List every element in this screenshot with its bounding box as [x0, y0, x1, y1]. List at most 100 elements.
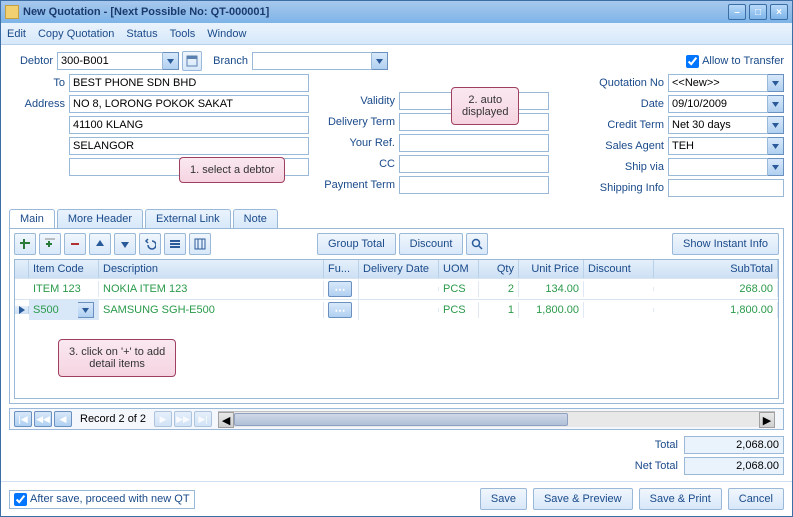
ellipsis-button[interactable]: ⋯: [328, 281, 352, 297]
cell-uom[interactable]: PCS: [439, 281, 479, 297]
payment-term-field[interactable]: [399, 176, 549, 194]
allow-to-transfer-checkbox[interactable]: Allow to Transfer: [686, 55, 784, 68]
nav-prev-button[interactable]: ◀: [54, 411, 72, 427]
columns-button[interactable]: [189, 233, 211, 255]
menu-tools[interactable]: Tools: [170, 28, 196, 40]
cell-subtotal[interactable]: 1,800.00: [654, 302, 778, 318]
date-dropdown[interactable]: [768, 95, 784, 113]
cancel-button[interactable]: Cancel: [728, 488, 784, 510]
cell-fu[interactable]: ⋯: [324, 300, 359, 320]
nav-next-button[interactable]: ▶: [154, 411, 172, 427]
menu-status[interactable]: Status: [126, 28, 157, 40]
tab-main[interactable]: Main: [9, 209, 55, 229]
menu-copy-quotation[interactable]: Copy Quotation: [38, 28, 114, 40]
remove-row-button[interactable]: [64, 233, 86, 255]
ship-via-field[interactable]: [668, 158, 768, 176]
col-subtotal[interactable]: SubTotal: [654, 260, 778, 278]
cell-unitprice[interactable]: 134.00: [519, 281, 584, 297]
maximize-button[interactable]: □: [749, 4, 767, 20]
cc-field[interactable]: [399, 155, 549, 173]
move-up-button[interactable]: [89, 233, 111, 255]
cell-qty[interactable]: 2: [479, 281, 519, 297]
add-row-button[interactable]: [14, 233, 36, 255]
branch-field[interactable]: [252, 52, 372, 70]
tab-note[interactable]: Note: [233, 209, 278, 229]
menu-edit[interactable]: Edit: [7, 28, 26, 40]
cell-itemcode[interactable]: S500: [29, 300, 99, 320]
quotation-no-dropdown[interactable]: [768, 74, 784, 92]
save-print-button[interactable]: Save & Print: [639, 488, 722, 510]
cell-uom[interactable]: PCS: [439, 302, 479, 318]
cell-subtotal[interactable]: 268.00: [654, 281, 778, 297]
tab-external-link[interactable]: External Link: [145, 209, 231, 229]
credit-term-dropdown[interactable]: [768, 116, 784, 134]
debtor-field[interactable]: [57, 52, 163, 70]
shipping-info-field[interactable]: [668, 179, 784, 197]
table-row[interactable]: ITEM 123 NOKIA ITEM 123 ⋯ PCS 2 134.00 2…: [15, 278, 778, 299]
address1-field[interactable]: [69, 95, 309, 113]
minimize-button[interactable]: –: [728, 4, 746, 20]
cell-itemcode[interactable]: ITEM 123: [29, 281, 99, 297]
col-qty[interactable]: Qty: [479, 260, 519, 278]
credit-term-field[interactable]: [668, 116, 768, 134]
cell-discount[interactable]: [584, 308, 654, 312]
window-title: New Quotation - [Next Possible No: QT-00…: [23, 6, 728, 18]
branch-label: Branch: [202, 55, 252, 67]
col-description[interactable]: Description: [99, 260, 324, 278]
cell-qty[interactable]: 1: [479, 302, 519, 318]
itemcode-dropdown[interactable]: [78, 302, 94, 318]
nav-next-page-button[interactable]: ▶▶: [174, 411, 192, 427]
sales-agent-field[interactable]: [668, 137, 768, 155]
show-instant-info-button[interactable]: Show Instant Info: [672, 233, 779, 255]
cell-discount[interactable]: [584, 287, 654, 291]
cell-unitprice[interactable]: 1,800.00: [519, 302, 584, 318]
callout-click-plus: 3. click on '+' to add detail items: [58, 339, 176, 377]
address3-field[interactable]: [69, 137, 309, 155]
col-discount[interactable]: Discount: [584, 260, 654, 278]
nav-first-button[interactable]: |◀: [14, 411, 32, 427]
menu-window[interactable]: Window: [207, 28, 246, 40]
ellipsis-button[interactable]: ⋯: [328, 302, 352, 318]
address-label: Address: [9, 98, 69, 110]
close-button[interactable]: ×: [770, 4, 788, 20]
quotation-no-field[interactable]: [668, 74, 768, 92]
table-row[interactable]: S500 SAMSUNG SGH-E500 ⋯ PCS 1 1,800.00 1…: [15, 299, 778, 320]
select-all-button[interactable]: [164, 233, 186, 255]
cell-fu[interactable]: ⋯: [324, 279, 359, 299]
insert-row-button[interactable]: [39, 233, 61, 255]
tab-more-header[interactable]: More Header: [57, 209, 143, 229]
move-down-button[interactable]: [114, 233, 136, 255]
address2-field[interactable]: [69, 116, 309, 134]
nav-last-button[interactable]: ▶|: [194, 411, 212, 427]
after-save-checkbox[interactable]: After save, proceed with new QT: [9, 490, 195, 509]
nav-prev-page-button[interactable]: ◀◀: [34, 411, 52, 427]
col-fu[interactable]: Fu...: [324, 260, 359, 278]
cell-delivery[interactable]: [359, 287, 439, 291]
save-button[interactable]: Save: [480, 488, 527, 510]
cell-delivery[interactable]: [359, 308, 439, 312]
scroll-left-button[interactable]: ◀: [218, 412, 234, 428]
ship-via-dropdown[interactable]: [768, 158, 784, 176]
discount-button[interactable]: Discount: [399, 233, 464, 255]
scroll-right-button[interactable]: ▶: [759, 412, 775, 428]
col-itemcode[interactable]: Item Code: [29, 260, 99, 278]
col-uom[interactable]: UOM: [439, 260, 479, 278]
search-button[interactable]: [466, 233, 488, 255]
date-field[interactable]: [668, 95, 768, 113]
debtor-lookup-button[interactable]: [182, 51, 202, 71]
cell-description[interactable]: SAMSUNG SGH-E500: [99, 302, 324, 318]
branch-dropdown[interactable]: [372, 52, 388, 70]
scroll-thumb[interactable]: [234, 413, 568, 426]
debtor-dropdown[interactable]: [163, 52, 179, 70]
save-preview-button[interactable]: Save & Preview: [533, 488, 633, 510]
col-unitprice[interactable]: Unit Price: [519, 260, 584, 278]
group-total-button[interactable]: Group Total: [317, 233, 396, 255]
horizontal-scrollbar[interactable]: ◀ ▶: [218, 411, 775, 427]
col-delivery-date[interactable]: Delivery Date: [359, 260, 439, 278]
sales-agent-dropdown[interactable]: [768, 137, 784, 155]
callout-select-debtor: 1. select a debtor: [179, 157, 285, 183]
cell-description[interactable]: NOKIA ITEM 123: [99, 281, 324, 297]
undo-button[interactable]: [139, 233, 161, 255]
your-ref-field[interactable]: [399, 134, 549, 152]
to-field[interactable]: [69, 74, 309, 92]
